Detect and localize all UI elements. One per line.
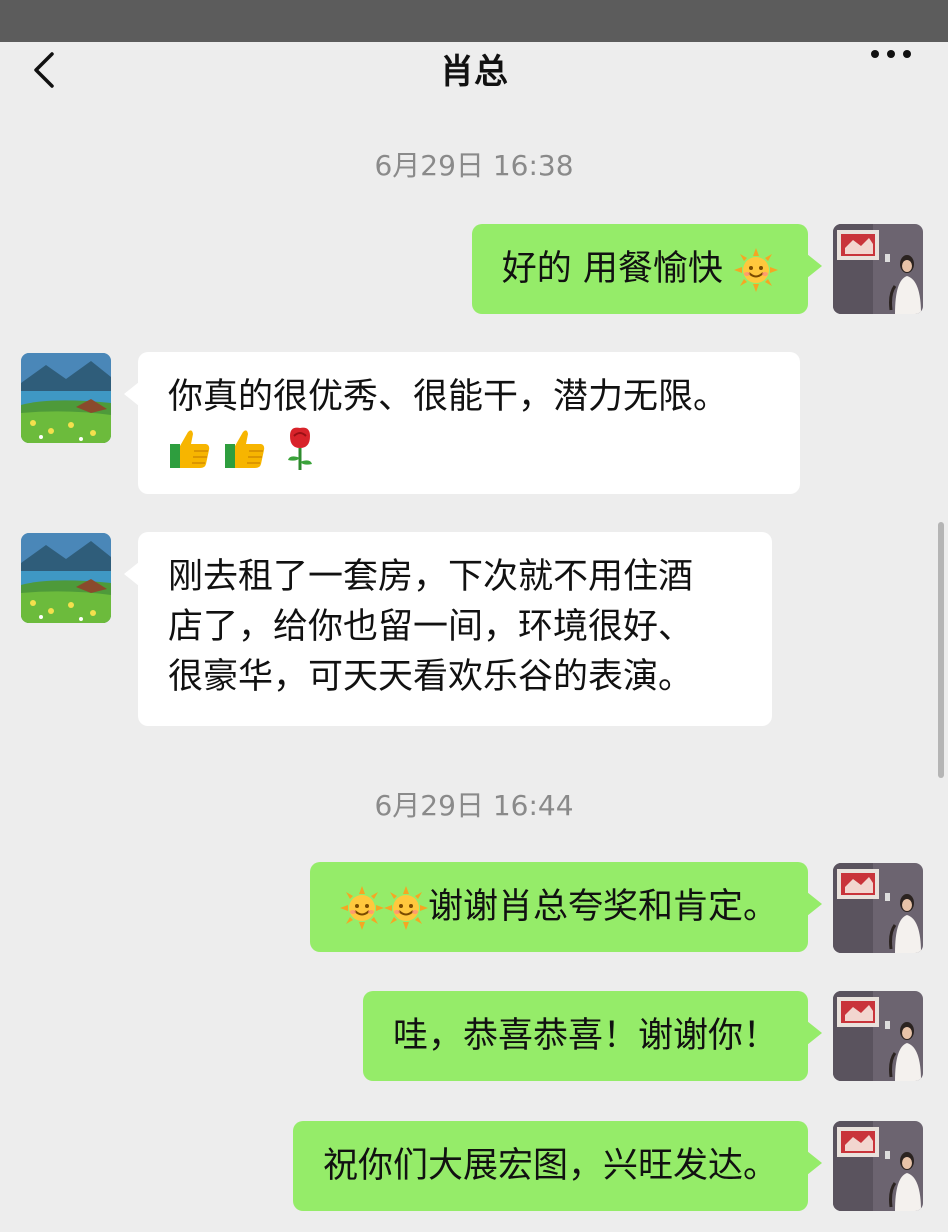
message-text: 哇，恭喜恭喜！谢谢你！ — [392, 1016, 778, 1056]
message-text-line: 店了，给你也留一间，环境很好、 — [168, 607, 694, 647]
more-dots-icon[interactable] — [866, 42, 916, 102]
thumbs-up-icon — [223, 426, 267, 470]
message-bubble-sent[interactable]: 谢谢肖总夸奖和肯定。 — [309, 862, 823, 952]
message-bubble-sent[interactable]: 祝你们大展宏图，兴旺发达。 — [292, 1121, 823, 1211]
thumbs-up-icon — [168, 426, 212, 470]
message-text: 你真的很优秀、很能干，潜力无限。 — [168, 377, 729, 417]
contact-avatar[interactable] — [21, 353, 111, 443]
chat-title: 肖总 — [440, 52, 508, 92]
scrollbar[interactable] — [938, 522, 944, 778]
message-text-line: 刚去租了一套房，下次就不用住酒 — [168, 557, 694, 597]
message-text: 祝你们大展宏图，兴旺发达。 — [322, 1146, 778, 1186]
rose-icon — [278, 426, 322, 470]
my-avatar[interactable] — [833, 991, 923, 1081]
message-text: 谢谢肖总夸奖和肯定。 — [427, 887, 778, 927]
message-bubble-received[interactable]: 刚去租了一套房，下次就不用住酒 店了，给你也留一间，环境很好、 很豪华，可天天看… — [124, 532, 772, 726]
my-avatar[interactable] — [833, 224, 923, 314]
message-bubble-received[interactable]: 你真的很优秀、很能干，潜力无限。 — [124, 352, 800, 494]
sun-smile-icon — [340, 886, 384, 930]
sun-smile-icon — [384, 886, 428, 930]
timestamp: 6月29日 16:38 — [374, 149, 574, 182]
contact-avatar[interactable] — [21, 533, 111, 623]
chat-header: 肖总 — [0, 42, 948, 102]
message-bubble-sent[interactable]: 好的 用餐愉快 — [471, 224, 823, 314]
my-avatar[interactable] — [833, 1121, 923, 1211]
message-text-line: 很豪华，可天天看欢乐谷的表演。 — [168, 657, 694, 697]
message-text: 好的 用餐愉快 — [501, 249, 723, 289]
my-avatar[interactable] — [833, 863, 923, 953]
timestamp: 6月29日 16:44 — [374, 789, 574, 822]
message-bubble-sent[interactable]: 哇，恭喜恭喜！谢谢你！ — [362, 991, 823, 1081]
status-bar — [0, 0, 948, 42]
sun-smile-icon — [734, 248, 778, 292]
